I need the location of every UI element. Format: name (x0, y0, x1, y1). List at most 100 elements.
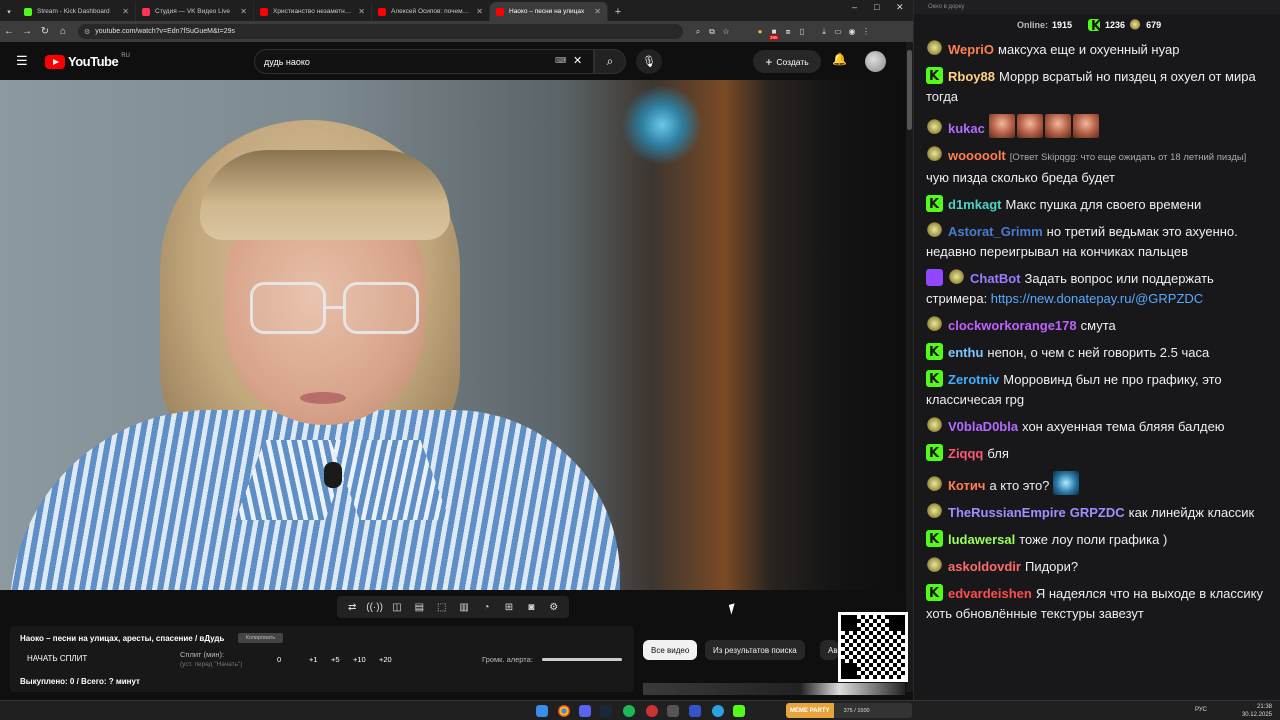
kick-taskbar-icon[interactable] (733, 705, 745, 717)
clear-search-icon[interactable]: ✕ (573, 54, 582, 67)
chat-username[interactable]: Astorat_Grimm (948, 224, 1043, 239)
site-info-icon[interactable]: ⚙ (84, 28, 90, 36)
chat-username[interactable]: enthu (948, 345, 983, 360)
mini-player-icon[interactable]: ▥ (455, 602, 473, 613)
start-split-button[interactable]: НАЧАТЬ СПЛИТ (27, 654, 87, 663)
chat-username[interactable]: Котич (948, 478, 985, 493)
add-screen-icon[interactable]: ⊞ (500, 602, 518, 613)
chrome-icon[interactable] (558, 705, 570, 717)
windows-start-icon[interactable] (536, 705, 548, 717)
search-input[interactable]: дудь наоко ⌨ ✕ (254, 49, 594, 74)
chat-username[interactable]: V0blaD0bla (948, 419, 1018, 434)
chat-username[interactable]: ludawersal (948, 532, 1015, 547)
chat-username[interactable]: askoldovdir (948, 559, 1021, 574)
hamburger-menu-icon[interactable]: ☰ (16, 53, 28, 69)
browser-tab[interactable]: Христианство незаметно уход… ✕ (254, 2, 372, 21)
chat-link[interactable]: https://new.donatepay.ru/@GRPZDC (991, 291, 1203, 306)
browser-tab[interactable]: Наоко – песни на улицах ✕ (490, 2, 608, 21)
alert-volume-slider[interactable] (542, 658, 622, 661)
keyboard-language[interactable]: РУС (1195, 707, 1207, 713)
create-button[interactable]: + Создать (753, 50, 821, 73)
youtube-logo[interactable]: YouTube RU (45, 52, 130, 69)
close-window-icon[interactable]: ✕ (896, 2, 904, 13)
avatar[interactable] (865, 51, 886, 72)
chat-message: TheRussianEmpire GRPZDC как линейдж класси… (926, 503, 1274, 523)
settings-gear-icon[interactable]: ⚙ (545, 602, 563, 613)
tab-search-icon[interactable]: ▾ (0, 2, 18, 21)
media-player-icon[interactable] (689, 705, 701, 717)
increment-button[interactable]: +10 (353, 655, 366, 664)
extension-badge-icon[interactable]: ■ 395 (767, 27, 781, 40)
browser-tab[interactable]: Студия — VK Видео Live ✕ (136, 2, 254, 21)
browser-tab[interactable]: Stream - Kick Dashboard ✕ (18, 2, 136, 21)
profile-icon[interactable]: ◉ (845, 27, 859, 36)
notifications-bell-icon[interactable]: 🔔 (832, 52, 847, 66)
clock[interactable]: 21:38 30.12.2025 (1242, 703, 1272, 719)
keyboard-icon[interactable]: ⌨ (555, 56, 567, 65)
speed-gauge-icon[interactable]: ◔ (478, 602, 496, 613)
chat-text: тоже лоу поли графика ) (1019, 532, 1168, 547)
increment-button[interactable]: +1 (309, 655, 318, 664)
chat-username[interactable]: Ziqqq (948, 446, 983, 461)
audio-mode-icon[interactable]: ((·)) (366, 602, 384, 613)
menu-dots-icon[interactable]: ⋮ (859, 27, 873, 36)
page-scrollbar[interactable] (906, 42, 913, 692)
scrollbar-thumb[interactable] (907, 50, 912, 130)
clapper-icon[interactable]: ▤ (410, 602, 428, 613)
region-code: RU (121, 52, 130, 59)
chip-author[interactable]: Ав (820, 640, 838, 660)
extension-circle-icon[interactable]: ● (753, 27, 767, 36)
reload-icon[interactable]: ↻ (36, 26, 54, 37)
browser-tab[interactable]: Алексей Осипов: почему Бог… ✕ (372, 2, 490, 21)
close-tab-icon[interactable]: ✕ (594, 7, 601, 16)
obs-icon[interactable] (646, 705, 658, 717)
app-icon[interactable] (667, 705, 679, 717)
close-tab-icon[interactable]: ✕ (240, 7, 247, 16)
chip-from-search[interactable]: Из результатов поиска (705, 640, 805, 660)
chat-username[interactable]: wooooolt (948, 148, 1006, 163)
tab-groups-icon[interactable]: ▭ (831, 27, 845, 36)
video-player[interactable] (0, 80, 906, 590)
minimize-icon[interactable]: – (852, 2, 857, 12)
loop-icon[interactable]: ⇄ (343, 602, 361, 613)
search-button[interactable]: ⌕ (594, 49, 626, 74)
steam-icon[interactable] (600, 705, 612, 717)
chat-username[interactable]: WepriO (948, 42, 994, 57)
chip-all-videos[interactable]: Все видео (643, 640, 698, 660)
telegram-icon[interactable] (712, 705, 724, 717)
spotify-icon[interactable] (623, 705, 635, 717)
chat-username[interactable]: edvardeishen (948, 586, 1032, 601)
cast-icon[interactable]: ⧉ (705, 27, 719, 37)
maximize-icon[interactable]: □ (874, 2, 879, 12)
close-tab-icon[interactable]: ✕ (476, 7, 483, 16)
copy-button[interactable]: Копировать (238, 633, 283, 643)
back-icon[interactable]: ← (0, 26, 18, 37)
chat-username[interactable]: kukac (948, 121, 985, 136)
zoom-icon[interactable]: ⌕ (691, 27, 705, 37)
voice-search-icon[interactable]: 🎙 (636, 49, 662, 74)
chat-username[interactable]: clockworkorange178 (948, 318, 1077, 333)
sidebar-icon[interactable]: ▯ (795, 27, 809, 36)
chat-username[interactable]: ChatBot (970, 271, 1021, 286)
close-tab-icon[interactable]: ✕ (122, 7, 129, 16)
screen-eye-icon[interactable]: ◫ (388, 602, 406, 613)
increment-button[interactable]: +20 (379, 655, 392, 664)
meme-party-widget[interactable]: MEME PARTY 375 / 1500 (786, 703, 912, 718)
new-tab-button[interactable]: + (608, 2, 628, 21)
extensions-puzzle-icon[interactable]: ⧈ (781, 27, 795, 37)
download-icon[interactable]: ⤓ (817, 27, 831, 37)
chat-username[interactable]: Rboy88 (948, 69, 995, 84)
chat-username[interactable]: d1mkagt (948, 197, 1001, 212)
chat-username[interactable]: Zerotniv (948, 372, 999, 387)
home-icon[interactable]: ⌂ (54, 26, 72, 37)
recommendation-thumbnail[interactable] (643, 683, 905, 695)
forward-icon[interactable]: → (18, 26, 36, 37)
camera-icon[interactable]: ◙ (522, 602, 540, 613)
bookmark-star-icon[interactable]: ☆ (719, 27, 733, 36)
url-field[interactable]: ⚙ youtube.com/watch?v=Edn7fSuGueM&t=29s (78, 24, 683, 39)
discord-icon[interactable] (579, 705, 591, 717)
chat-username[interactable]: TheRussianEmpire (948, 505, 1066, 520)
close-tab-icon[interactable]: ✕ (358, 7, 365, 16)
resize-icon[interactable]: ⬚ (433, 602, 451, 613)
increment-button[interactable]: +5 (331, 655, 340, 664)
